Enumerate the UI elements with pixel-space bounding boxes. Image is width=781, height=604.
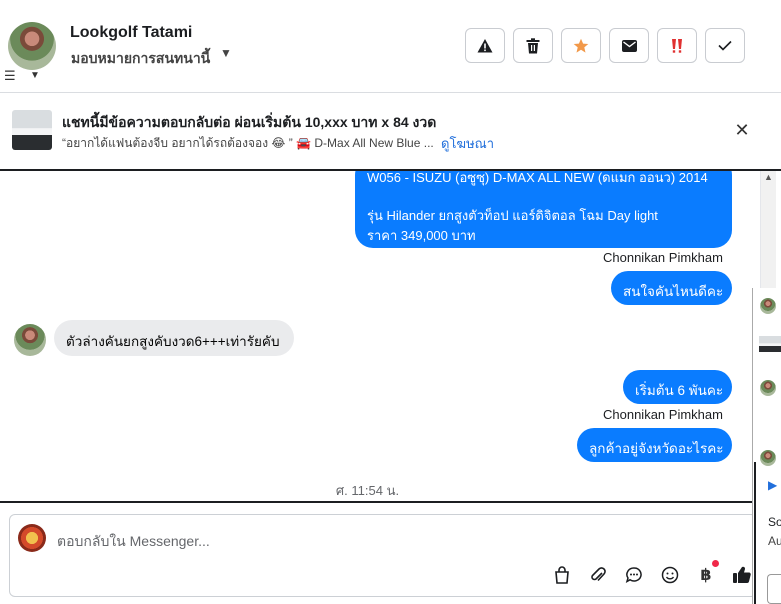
thumbs-up-icon[interactable] (728, 562, 754, 588)
page-avatar (18, 524, 46, 552)
outgoing-message[interactable]: ลูกค้าอยู่จังหวัดอะไรคะ (577, 428, 732, 462)
sender-name: Chonnikan Pimkham (603, 407, 723, 422)
scroll-up-arrow-icon[interactable]: ▲ (764, 172, 773, 182)
side-panel-text: Au (768, 534, 781, 548)
spam-button[interactable] (657, 28, 697, 63)
chat-bubble-icon[interactable] (621, 562, 647, 588)
message-text: เริ่มต้น 6 พันคะ (635, 383, 724, 398)
check-icon (718, 40, 732, 51)
message-thread[interactable]: W056 - ISUZU (อซูซุ) D-MAX ALL NEW (ดแมก… (0, 171, 760, 501)
report-icon (477, 38, 493, 52)
notification-dot (712, 560, 719, 567)
message-timestamp: ศ. 11:54 น. (335, 483, 400, 498)
caret-down-icon[interactable]: ▼ (30, 70, 40, 81)
outgoing-message[interactable]: สนใจคันไหนดีคะ (611, 271, 732, 305)
reply-input[interactable]: ตอบกลับใน Messenger... (57, 531, 210, 553)
message-text-line: W056 - ISUZU (อซูซุ) D-MAX ALL NEW (ดแมก… (367, 171, 708, 185)
contact-name[interactable]: Lookgolf Tatami (70, 24, 192, 42)
smiley-icon[interactable] (657, 562, 683, 588)
mail-icon (621, 39, 637, 52)
outgoing-message-car-listing[interactable]: W056 - ISUZU (อซูซุ) D-MAX ALL NEW (ดแมก… (355, 171, 732, 248)
message-text: ลูกค้าอยู่จังหวัดอะไรคะ (589, 441, 724, 456)
conversation-header: Lookgolf Tatami มอบหมายการสนทนานี้ ▼ ☰ ▼ (0, 0, 752, 92)
bag-icon[interactable] (549, 562, 575, 588)
paperclip-icon[interactable] (585, 562, 611, 588)
mark-unread-button[interactable] (609, 28, 649, 63)
outgoing-message[interactable]: เริ่มต้น 6 พันคะ (623, 370, 732, 404)
composer-divider (0, 501, 760, 503)
ad-thumbnail[interactable] (12, 110, 52, 150)
caret-down-icon[interactable]: ▼ (220, 46, 232, 60)
delete-button[interactable] (513, 28, 553, 63)
trash-icon (526, 37, 540, 53)
ad-banner-title: แชทนี้มีข้อความตอบกลับต่อ ผ่อนเริ่มต้น 1… (62, 114, 437, 130)
contact-avatar-small[interactable] (760, 298, 776, 314)
contact-avatar[interactable] (8, 22, 56, 70)
sender-name: Chonnikan Pimkham (603, 250, 723, 265)
filter-sliders-icon[interactable]: ☰ (4, 68, 16, 84)
contact-avatar-small[interactable] (760, 380, 776, 396)
incoming-message[interactable]: ตัวล่างคันยกสูงคับงวด6+++เท่ารัยคับ (54, 320, 294, 356)
ad-reply-banner: แชทนี้มีข้อความตอบกลับต่อ ผ่อนเริ่มต้น 1… (0, 93, 781, 169)
close-icon[interactable]: ✕ (732, 120, 752, 141)
side-panel-button[interactable] (767, 574, 781, 604)
message-text-line: ราคา 349,000 บาท (367, 228, 476, 243)
side-panel-icon[interactable]: ▶ (768, 478, 777, 492)
message-text: สนใจคันไหนดีคะ (623, 284, 724, 299)
assign-conversation-dropdown[interactable]: มอบหมายการสนทนานี้ (71, 48, 210, 70)
message-text-line: รุ่น Hilander ยกสูงตัวท็อป แอร์ดิจิตอล โ… (367, 208, 658, 223)
mark-done-button[interactable] (705, 28, 745, 63)
report-button[interactable] (465, 28, 505, 63)
side-panel-text: So (768, 515, 781, 529)
contact-avatar-small[interactable] (760, 450, 776, 466)
star-icon (573, 38, 589, 53)
messenger-inbox-window: Lookgolf Tatami มอบหมายการสนทนานี้ ▼ ☰ ▼ (0, 0, 781, 604)
spam-icon (672, 38, 682, 53)
view-ad-link[interactable]: ดูโฆษณา (441, 133, 494, 154)
message-text: ตัวล่างคันยกสูงคับงวด6+++เท่ารัยคับ (66, 334, 280, 349)
ad-banner-subtitle: “อยากได้แฟนต้องจีบ อยากได้รถต้องจอง 😂 ” … (62, 136, 434, 150)
contact-avatar-small[interactable] (14, 324, 46, 356)
star-button[interactable] (561, 28, 601, 63)
ad-thumbnail-small[interactable] (759, 336, 781, 352)
